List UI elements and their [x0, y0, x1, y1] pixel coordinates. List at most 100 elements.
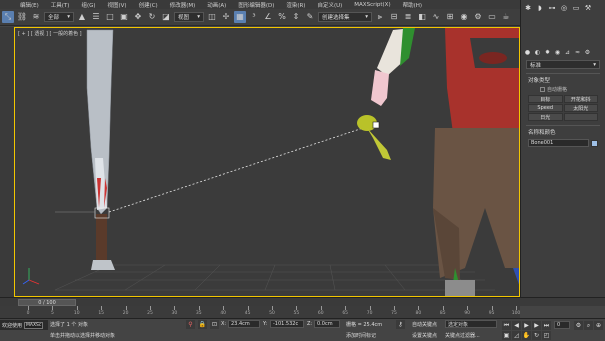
field-of-view-icon[interactable]: ◿	[512, 331, 521, 340]
autogrid-checkbox[interactable]: 自动栅格	[540, 86, 600, 93]
percent-snap-icon[interactable]: %	[276, 11, 288, 23]
play-icon[interactable]: ▶	[522, 321, 531, 330]
current-frame-field[interactable]: 0	[554, 321, 570, 329]
curve-editor-icon[interactable]: ∿	[430, 11, 442, 23]
edit-named-selection-icon[interactable]: ✎	[304, 11, 316, 23]
named-selection-set-dropdown[interactable]: 创建选择集 ▾	[318, 12, 372, 22]
unlink-icon[interactable]: ⛓	[16, 11, 28, 23]
y-coordinate-field[interactable]: -101.532c	[270, 320, 304, 328]
object-type-button[interactable]	[563, 113, 598, 121]
menu-rendering[interactable]: 渲染(R)	[280, 1, 311, 9]
keyboard-shortcut-icon[interactable]: ▦	[234, 11, 246, 23]
select-rotate-icon[interactable]: ↻	[146, 11, 158, 23]
x-coordinate-field[interactable]: 23.4cm	[228, 320, 260, 328]
bind-space-warp-icon[interactable]: ≋	[30, 11, 42, 23]
modify-tab-icon[interactable]: ◗	[535, 3, 545, 13]
time-config-icon[interactable]: ⚙	[574, 321, 583, 330]
rendered-frame-window-icon[interactable]: ▭	[486, 11, 498, 23]
perspective-viewport[interactable]: [ + ] [ 透视 ] [ 一般的着色 ]	[14, 27, 520, 297]
zoom-all-icon[interactable]: ⊕	[594, 321, 603, 330]
object-type-title[interactable]: 对象类型	[526, 76, 600, 84]
layer-manager-icon[interactable]: ≣	[402, 11, 414, 23]
hierarchy-tab-icon[interactable]: ⊶	[547, 3, 557, 13]
systems-icon[interactable]: ⚙	[583, 48, 592, 57]
pan-icon[interactable]: ✋	[522, 331, 531, 340]
menu-customize[interactable]: 自定义(U)	[311, 1, 348, 9]
menu-modifiers[interactable]: 修改器(M)	[164, 1, 202, 9]
cameras-icon[interactable]: ◉	[553, 48, 562, 57]
z-coordinate-field[interactable]: 0.0cm	[314, 320, 340, 328]
menu-edit[interactable]: 编辑(E)	[14, 1, 45, 9]
reference-coord-dropdown[interactable]: 视图 ▾	[174, 12, 204, 22]
mirror-icon[interactable]: ⫸	[374, 11, 386, 23]
menu-views[interactable]: 视图(V)	[102, 1, 133, 9]
category-dropdown[interactable]: 标准 ▾	[526, 60, 600, 69]
select-link-icon[interactable]: ⤡	[2, 11, 14, 23]
previous-frame-icon[interactable]: ◀	[512, 321, 521, 330]
object-type-button[interactable]: 日光	[528, 113, 563, 121]
helpers-icon[interactable]: ⊿	[563, 48, 572, 57]
key-filters-button[interactable]: 关键点过滤器...	[445, 332, 480, 339]
utilities-tab-icon[interactable]: ⚒	[583, 3, 593, 13]
select-by-name-icon[interactable]: ☰	[90, 11, 102, 23]
object-type-button[interactable]: Speed	[528, 104, 563, 112]
geometry-icon[interactable]: ●	[523, 48, 532, 57]
shapes-icon[interactable]: ◐	[533, 48, 542, 57]
schematic-view-icon[interactable]: ⊞	[444, 11, 456, 23]
selection-filter-dropdown[interactable]: 全部 ▾	[44, 12, 74, 22]
select-move-icon[interactable]: ✥	[132, 11, 144, 23]
object-color-swatch[interactable]	[591, 139, 598, 147]
next-frame-icon[interactable]: ▶	[532, 321, 541, 330]
key-icon[interactable]: ⚷	[396, 320, 405, 329]
grid-size: 栅格 = 25.4cm	[346, 322, 383, 328]
orbit-icon[interactable]: ↻	[532, 331, 541, 340]
graphite-tools-icon[interactable]: ◧	[416, 11, 428, 23]
time-slider[interactable]: 0 / 100	[18, 299, 76, 306]
track-bar[interactable]: 0 5 10 15 20 25 30 35 40 45 50 55 60 65 70 75 80 85 90 95 10…	[0, 306, 520, 318]
select-scale-icon[interactable]: ◪	[160, 11, 172, 23]
menu-graph-editors[interactable]: 图形编辑器(D)	[232, 1, 280, 9]
object-name-field[interactable]: Bone001	[528, 139, 589, 147]
track-tick	[467, 306, 469, 310]
align-icon[interactable]: ⊟	[388, 11, 400, 23]
render-setup-icon[interactable]: ⚙	[472, 11, 484, 23]
maximize-viewport-icon[interactable]: ◰	[542, 331, 551, 340]
object-type-button[interactable]: 目标	[528, 95, 563, 103]
space-warps-icon[interactable]: ≈	[573, 48, 582, 57]
auto-key-button[interactable]: 自动关键点	[412, 321, 437, 328]
object-type-button[interactable]: 太阳光	[563, 104, 598, 112]
select-object-icon[interactable]: ▲	[76, 11, 88, 23]
rectangle-selection-icon[interactable]: □	[104, 11, 116, 23]
angle-snap-icon[interactable]: ∠	[262, 11, 274, 23]
menu-help[interactable]: 帮助(H)	[397, 1, 428, 9]
menu-maxscript[interactable]: MAXScript(X)	[348, 2, 396, 8]
snap-toggle-icon[interactable]: ³	[248, 11, 260, 23]
add-time-tag[interactable]: 添加时间标记	[346, 332, 376, 339]
material-editor-icon[interactable]: ◉	[458, 11, 470, 23]
display-tab-icon[interactable]: ▭	[571, 3, 581, 13]
menu-animation[interactable]: 动画(A)	[201, 1, 232, 9]
lights-icon[interactable]: ✸	[543, 48, 552, 57]
render-production-icon[interactable]: ☕	[500, 11, 512, 23]
zoom-icon[interactable]: ⌕	[584, 321, 593, 330]
zoom-extents-icon[interactable]: ▣	[502, 331, 511, 340]
select-manipulate-icon[interactable]: ✢	[220, 11, 232, 23]
set-key-button[interactable]: 设置关键点	[412, 332, 437, 339]
name-color-title[interactable]: 名称和颜色	[526, 128, 600, 136]
pivot-center-icon[interactable]: ◫	[206, 11, 218, 23]
motion-tab-icon[interactable]: ◎	[559, 3, 569, 13]
object-type-button[interactable]: 开花和抖	[563, 95, 598, 103]
go-to-end-icon[interactable]: ⏭	[542, 321, 551, 330]
isolate-lock-icon[interactable]: ⚲	[186, 320, 195, 329]
key-filter-dropdown[interactable]: 选定对象	[445, 320, 497, 328]
menu-create[interactable]: 创建(C)	[133, 1, 164, 9]
selection-lock-icon[interactable]: 🔒	[198, 320, 207, 329]
menu-group[interactable]: 组(G)	[75, 1, 101, 9]
window-crossing-icon[interactable]: ▣	[118, 11, 130, 23]
menu-tools[interactable]: 工具(T)	[45, 1, 76, 9]
absolute-mode-icon[interactable]: ⊡	[210, 320, 219, 329]
create-tab-icon[interactable]: ✱	[523, 3, 533, 13]
maxscript-listener[interactable]: 欢迎使用 MAXSc	[0, 320, 48, 330]
spinner-snap-icon[interactable]: ⇕	[290, 11, 302, 23]
go-to-start-icon[interactable]: ⏮	[502, 321, 511, 330]
